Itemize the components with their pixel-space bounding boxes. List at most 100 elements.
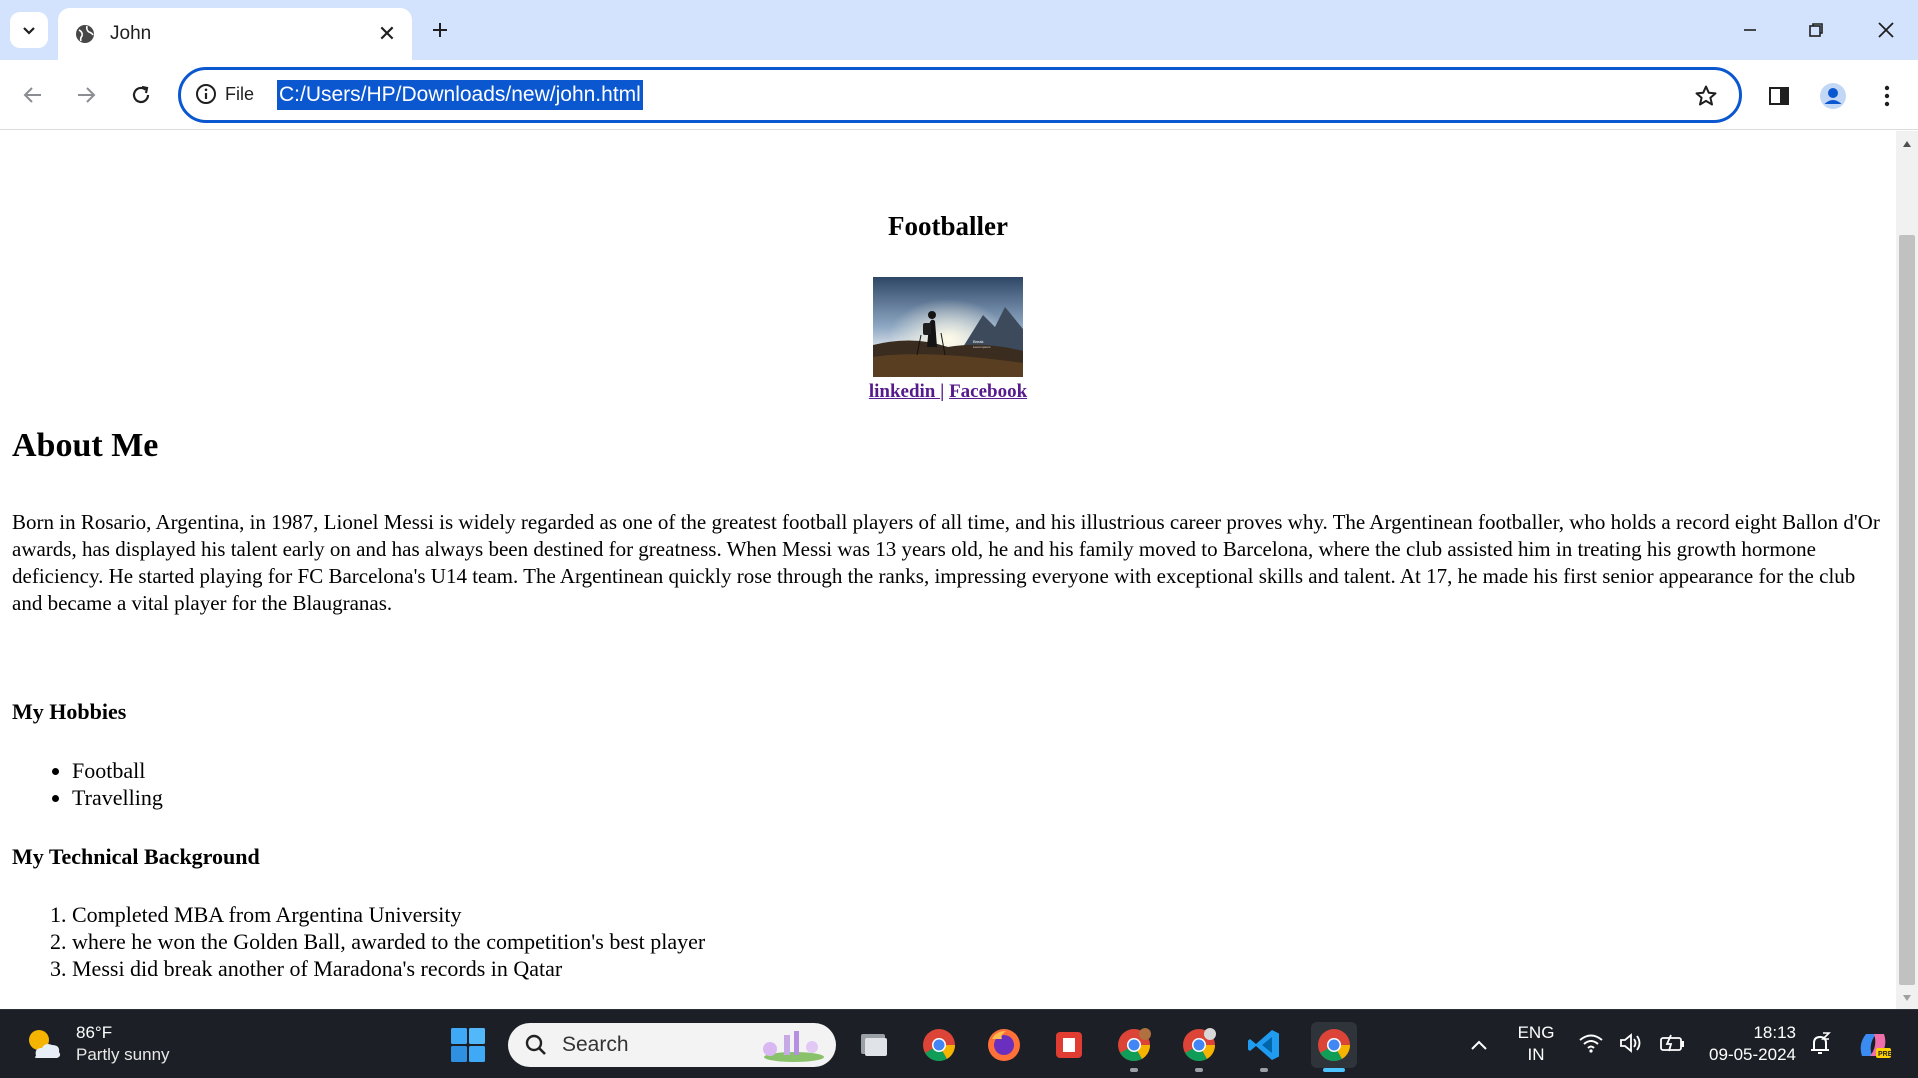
running-indicator [1130, 1068, 1138, 1072]
chevron-up-icon [1471, 1040, 1487, 1050]
page-heading: Footballer [888, 211, 1008, 241]
list-item: where he won the Golden Ball, awarded to… [72, 928, 705, 955]
site-info-button[interactable]: File [195, 83, 254, 105]
list-item: Completed MBA from Argentina University [72, 901, 705, 928]
about-heading: About Me [12, 427, 159, 464]
link-separator: | [940, 381, 945, 402]
taskbar-app-vscode[interactable] [1241, 1022, 1287, 1072]
start-button[interactable] [450, 1027, 486, 1063]
search-icon [525, 1034, 546, 1055]
taskbar-app-chrome-profile-2[interactable] [1176, 1022, 1222, 1072]
forward-button[interactable] [67, 76, 105, 114]
chrome-icon [1318, 1029, 1350, 1062]
linkedin-link[interactable]: linkedin [869, 381, 940, 402]
profile-button[interactable] [1814, 77, 1852, 115]
info-icon [196, 84, 216, 104]
minimize-button[interactable] [1722, 8, 1778, 52]
scrollbar-thumb[interactable] [1899, 235, 1915, 985]
language-indicator[interactable]: ENG IN [1514, 1022, 1558, 1066]
running-indicator [1195, 1068, 1203, 1072]
show-hidden-icons-button[interactable] [1466, 1032, 1492, 1058]
arrow-left-icon [23, 87, 41, 103]
hobbies-heading: My Hobbies [12, 699, 127, 724]
language-region: IN [1527, 1045, 1545, 1064]
kebab-menu-icon [1884, 85, 1890, 107]
chrome-icon [923, 1029, 956, 1062]
running-indicator [1260, 1068, 1268, 1072]
technical-list: Completed MBA from Argentina University … [72, 901, 705, 982]
scroll-up-arrow-icon[interactable] [1896, 137, 1918, 151]
taskbar-app-chrome-active[interactable] [1311, 1022, 1357, 1072]
minimize-icon [1744, 29, 1756, 31]
list-item: Messi did break another of Maradona's re… [72, 955, 705, 982]
taskbar-search[interactable]: Search [508, 1023, 836, 1067]
hobbies-list: Football Travelling [72, 757, 163, 811]
taskbar-app-chrome-profile-1[interactable] [1111, 1022, 1157, 1072]
star-icon [1695, 85, 1717, 106]
back-button[interactable] [14, 76, 52, 114]
scroll-down-arrow-icon[interactable] [1896, 991, 1918, 1005]
partly-sunny-icon [29, 1030, 61, 1058]
new-tab-button[interactable] [424, 14, 456, 46]
chevron-down-icon [23, 27, 35, 35]
profile-photo: Break Lorem ipsum [873, 277, 1023, 377]
taskbar: 86°F Partly sunny Search ENG IN 18:13 09… [0, 1009, 1918, 1078]
browser-toolbar: File C:/Users/HP/Downloads/new/john.html [0, 60, 1918, 130]
clock-time: 18:13 [1753, 1023, 1796, 1042]
menu-button[interactable] [1868, 77, 1906, 115]
vertical-scrollbar[interactable] [1896, 131, 1918, 1009]
side-panel-button[interactable] [1760, 77, 1798, 115]
weather-widget[interactable]: 86°F Partly sunny [24, 1022, 170, 1066]
copilot-button[interactable]: PRE [1854, 1026, 1893, 1064]
weather-temp: 86°F [76, 1023, 113, 1042]
notifications-button[interactable] [1806, 1030, 1834, 1058]
reload-icon [132, 85, 150, 104]
taskbar-app-file-explorer[interactable] [851, 1022, 897, 1068]
copilot-icon: PRE [1860, 1034, 1893, 1058]
taskbar-app-firefox[interactable] [981, 1022, 1027, 1068]
address-bar[interactable]: File C:/Users/HP/Downloads/new/john.html [178, 67, 1742, 123]
site-info-label: File [225, 83, 255, 104]
tab-title: John [110, 23, 152, 44]
tab-search-button[interactable] [10, 12, 48, 48]
tab-strip: John ✕ [0, 0, 1918, 60]
wifi-icon [1579, 1034, 1603, 1053]
restore-button[interactable] [1788, 8, 1844, 52]
bookmark-star-button[interactable] [1691, 81, 1721, 111]
reload-button[interactable] [122, 76, 160, 114]
chrome-icon [1118, 1028, 1151, 1062]
active-indicator [1323, 1068, 1345, 1072]
taskbar-app-chrome[interactable] [916, 1022, 962, 1068]
chrome-icon [1183, 1028, 1216, 1062]
side-panel-icon [1769, 87, 1789, 105]
close-window-button[interactable] [1858, 8, 1914, 52]
office-icon [1056, 1032, 1082, 1058]
notification-bell-icon [1811, 1032, 1831, 1054]
restore-icon [1809, 23, 1823, 37]
search-label: Search [562, 1033, 629, 1056]
firefox-icon [988, 1029, 1020, 1061]
vscode-icon [1248, 1030, 1279, 1060]
tab-john[interactable]: John ✕ [58, 8, 412, 60]
about-paragraph: Born in Rosario, Argentina, in 1987, Lio… [12, 510, 1880, 615]
close-icon[interactable]: ✕ [374, 21, 400, 47]
facebook-link[interactable]: Facebook [949, 381, 1027, 402]
list-item: Football [72, 757, 163, 784]
url-text[interactable]: C:/Users/HP/Downloads/new/john.html [277, 80, 643, 110]
taskbar-app-office[interactable] [1046, 1022, 1092, 1068]
clock[interactable]: 18:13 09-05-2024 [1696, 1022, 1796, 1066]
avatar-icon [1820, 83, 1846, 109]
arrow-right-icon [78, 87, 96, 103]
search-highlight-icon [763, 1031, 824, 1062]
list-item: Travelling [72, 784, 163, 811]
windows-icon [451, 1028, 485, 1062]
language-code: ENG [1517, 1023, 1555, 1042]
weather-desc: Partly sunny [76, 1045, 170, 1064]
folder-icon [861, 1034, 887, 1056]
globe-icon [74, 23, 96, 45]
battery-icon [1660, 1034, 1684, 1052]
page-viewport: Footballer Break Lorem ipsum linkedin | … [0, 131, 1896, 1009]
technical-heading: My Technical Background [12, 844, 260, 869]
volume-icon [1620, 1033, 1641, 1053]
system-tray-icons[interactable] [1578, 1032, 1686, 1054]
